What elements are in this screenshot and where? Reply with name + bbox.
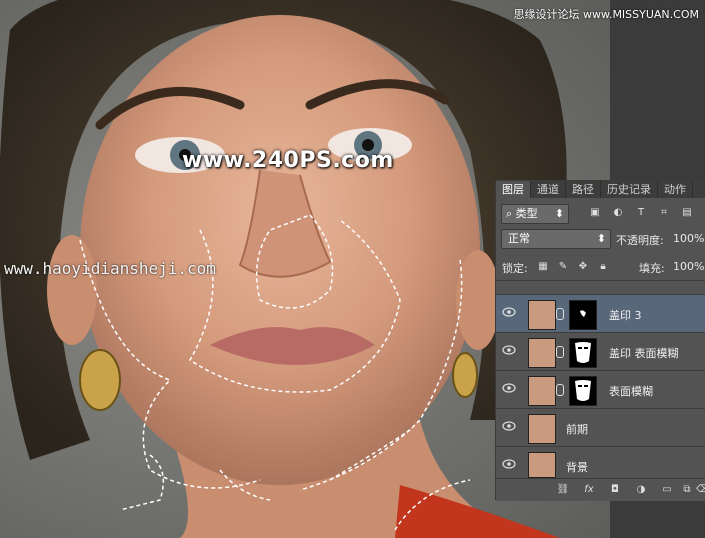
- layer-thumbnail: [528, 338, 556, 368]
- layer-row-background[interactable]: 背景: [496, 446, 705, 479]
- fill-value[interactable]: 100%: [673, 260, 704, 273]
- layer-row-surface-blur[interactable]: 表面模糊: [496, 370, 705, 409]
- mask-icon[interactable]: ◘: [608, 483, 622, 497]
- tab-layers[interactable]: 图层: [496, 181, 531, 198]
- fx-icon[interactable]: fx: [582, 483, 596, 497]
- watermark-url: www.haoyidiansheji.com: [4, 259, 216, 278]
- tab-history[interactable]: 历史记录: [601, 181, 658, 198]
- lock-transparent-icon[interactable]: ▦: [536, 260, 550, 274]
- lock-label: 锁定:: [502, 262, 528, 275]
- eye-icon[interactable]: [502, 383, 516, 393]
- chevron-updown-icon: ⬍: [554, 207, 564, 220]
- eye-icon[interactable]: [502, 459, 516, 469]
- layer-thumbnail: [528, 414, 556, 444]
- layer-mask-thumbnail[interactable]: [569, 338, 597, 368]
- tab-actions[interactable]: 动作: [658, 181, 693, 198]
- layer-filter-label: 类型: [515, 207, 538, 220]
- layer-thumbnail: [528, 452, 556, 478]
- lock-all-icon[interactable]: 🔒︎: [596, 260, 610, 274]
- search-icon: ⌕: [506, 207, 513, 220]
- adjustment-filter-icon[interactable]: ◐: [611, 206, 625, 220]
- tab-channels[interactable]: 通道: [531, 181, 566, 198]
- layer-filter-select[interactable]: ⌕ 类型 ⬍: [501, 204, 569, 224]
- layer-thumbnail: [528, 300, 556, 330]
- lock-position-icon[interactable]: ✥: [576, 260, 590, 274]
- trash-icon[interactable]: ⌫: [696, 483, 705, 497]
- layer-mask-thumbnail[interactable]: [569, 376, 597, 406]
- shape-filter-icon[interactable]: ⌗: [657, 206, 671, 220]
- lock-paint-icon[interactable]: ✎: [556, 260, 570, 274]
- type-filter-icon[interactable]: T: [634, 206, 648, 220]
- layer-thumbnail: [528, 376, 556, 406]
- layer-name[interactable]: 表面模糊: [609, 383, 653, 399]
- adjustment-icon[interactable]: ◑: [634, 483, 648, 497]
- eye-icon[interactable]: [502, 345, 516, 355]
- layer-name[interactable]: 盖印 表面模糊: [609, 345, 679, 361]
- layer-mask-thumbnail[interactable]: [569, 300, 597, 330]
- watermark-main: www.240PS.com: [182, 148, 394, 173]
- layers-panel-footer: ⛓ fx ◘ ◑ ▭ ⧉ ⌫: [496, 478, 705, 501]
- layer-row-early[interactable]: 前期: [496, 408, 705, 447]
- layer-name[interactable]: 前期: [566, 421, 588, 437]
- link-icon[interactable]: [556, 308, 564, 320]
- pixel-filter-icon[interactable]: ▣: [588, 206, 602, 220]
- link-icon[interactable]: ⛓: [556, 483, 570, 497]
- chevron-updown-icon: ⬍: [596, 232, 606, 245]
- fill-label: 填充:: [639, 262, 665, 275]
- eye-icon[interactable]: [502, 421, 516, 431]
- layers-panel: 图层 通道 路径 历史记录 动作 ⌕ 类型 ⬍ ▣ ◐ T ⌗ ▤ 正常 ⬍ 不…: [495, 180, 705, 501]
- blend-mode-select[interactable]: 正常 ⬍: [501, 229, 611, 249]
- layer-row-stamp-surface-blur[interactable]: 盖印 表面模糊: [496, 332, 705, 371]
- tab-paths[interactable]: 路径: [566, 181, 601, 198]
- eye-icon[interactable]: [502, 307, 516, 317]
- layer-row-partial: [496, 280, 705, 295]
- layer-row-stamp3[interactable]: 盖印 3: [496, 294, 705, 333]
- watermark-top: 思缘设计论坛 www.MISSYUAN.COM: [513, 8, 699, 21]
- blend-mode-value: 正常: [508, 232, 530, 245]
- opacity-label: 不透明度:: [616, 234, 664, 247]
- opacity-value[interactable]: 100%: [673, 232, 704, 245]
- panel-tabs: 图层 通道 路径 历史记录 动作: [496, 180, 705, 198]
- layer-name[interactable]: 盖印 3: [609, 307, 642, 323]
- folder-icon[interactable]: ▭: [660, 483, 674, 497]
- smart-object-filter-icon[interactable]: ▤: [680, 206, 694, 220]
- link-icon[interactable]: [556, 384, 564, 396]
- layer-name[interactable]: 背景: [566, 459, 588, 475]
- link-icon[interactable]: [556, 346, 564, 358]
- new-layer-icon[interactable]: ⧉: [680, 483, 694, 497]
